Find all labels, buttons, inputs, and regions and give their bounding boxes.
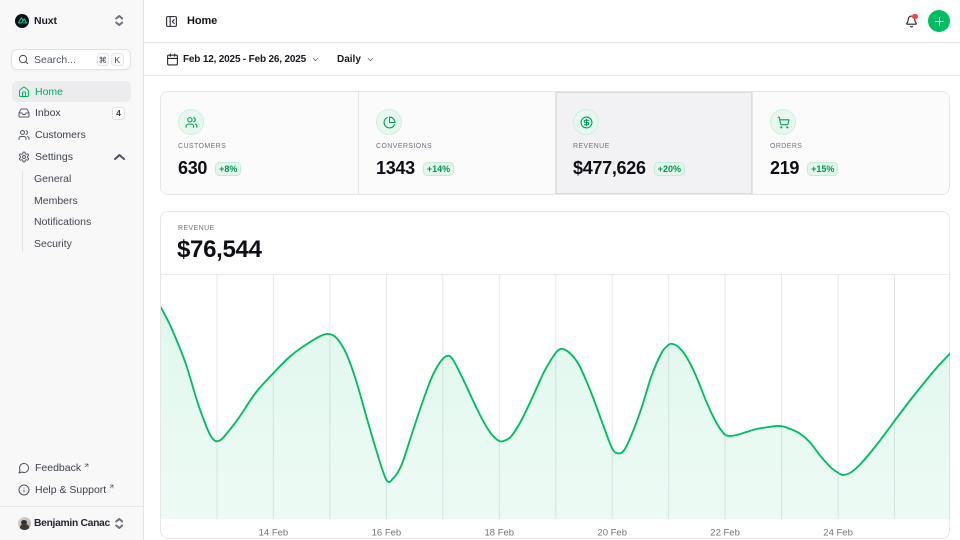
svg-text:22 Feb: 22 Feb <box>710 528 740 539</box>
svg-text:16 Feb: 16 Feb <box>372 528 402 539</box>
svg-text:14 Feb: 14 Feb <box>259 528 289 539</box>
svg-text:24 Feb: 24 Feb <box>823 528 853 539</box>
svg-text:20 Feb: 20 Feb <box>597 528 627 539</box>
svg-text:18 Feb: 18 Feb <box>485 528 515 539</box>
